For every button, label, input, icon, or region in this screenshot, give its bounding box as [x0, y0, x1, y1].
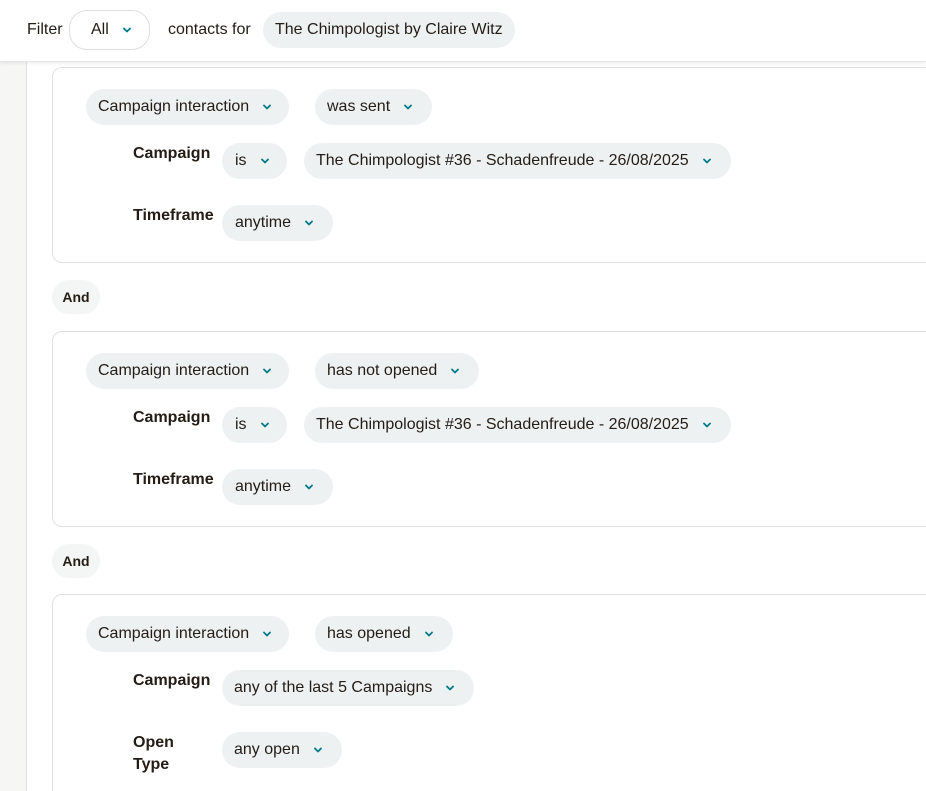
- condition-field-select[interactable]: Campaign interaction: [86, 89, 290, 125]
- filter-label: Filter: [27, 21, 63, 38]
- chevron-down-icon: [260, 157, 269, 165]
- condition-operator-value: has not opened: [327, 362, 438, 379]
- condition-operator-value: was sent: [327, 98, 391, 115]
- chevron-down-icon: [451, 367, 460, 375]
- chevron-down-icon: [702, 421, 711, 429]
- campaign-value: The Chimpologist #36 - Schadenfreude - 2…: [316, 416, 689, 433]
- audience-name: The Chimpologist by Claire Witz: [275, 21, 503, 38]
- chevron-down-icon: [260, 421, 269, 429]
- chevron-down-icon: [122, 26, 131, 34]
- campaign-operator-select[interactable]: is: [222, 407, 287, 443]
- scope-select[interactable]: All: [69, 10, 150, 50]
- open-type-label: Open Type: [133, 732, 174, 776]
- condition-field-select[interactable]: Campaign interaction: [86, 353, 290, 389]
- campaign-operator-value: is: [235, 152, 247, 169]
- open-type-label-line1: Open: [133, 734, 174, 751]
- condition-operator-select[interactable]: has opened: [315, 616, 453, 652]
- condition-field-value: Campaign interaction: [98, 625, 250, 642]
- chevron-down-icon: [263, 367, 272, 375]
- contacts-for-label: contacts for: [168, 21, 251, 38]
- condition-field-value: Campaign interaction: [98, 362, 250, 379]
- campaign-value-select[interactable]: The Chimpologist #36 - Schadenfreude - 2…: [304, 407, 731, 443]
- and-joiner: And: [52, 280, 100, 314]
- timeframe-select[interactable]: anytime: [222, 469, 334, 505]
- timeframe-label: Timeframe: [133, 471, 214, 488]
- timeframe-label: Timeframe: [133, 207, 214, 224]
- condition-field-select[interactable]: Campaign interaction: [86, 616, 290, 652]
- timeframe-select[interactable]: anytime: [222, 205, 334, 241]
- chevron-down-icon: [313, 746, 322, 754]
- campaign-operator-select[interactable]: is: [222, 143, 287, 179]
- campaign-value: The Chimpologist #36 - Schadenfreude - 2…: [316, 152, 689, 169]
- campaign-value: any of the last 5 Campaigns: [234, 679, 433, 696]
- chevron-down-icon: [446, 684, 455, 692]
- and-joiner: And: [52, 544, 100, 578]
- chevron-down-icon: [424, 630, 433, 638]
- segment-filter-bar: Filter All contacts for The Chimpologist…: [0, 0, 926, 62]
- left-gutter: [0, 62, 27, 791]
- condition-operator-select[interactable]: was sent: [315, 89, 433, 125]
- chevron-down-icon: [702, 157, 711, 165]
- open-type-value: any open: [234, 741, 300, 758]
- timeframe-value: anytime: [235, 214, 292, 231]
- campaign-label: Campaign: [133, 672, 211, 689]
- chevron-down-icon: [263, 103, 272, 111]
- open-type-select[interactable]: any open: [222, 732, 342, 768]
- campaign-operator-value: is: [235, 416, 247, 433]
- campaign-label: Campaign: [133, 145, 211, 162]
- audience-select[interactable]: The Chimpologist by Claire Witz: [263, 12, 515, 48]
- scope-select-value: All: [91, 21, 109, 38]
- condition-field-value: Campaign interaction: [98, 98, 250, 115]
- campaign-value-select[interactable]: any of the last 5 Campaigns: [222, 670, 475, 706]
- timeframe-value: anytime: [235, 478, 292, 495]
- campaign-value-select[interactable]: The Chimpologist #36 - Schadenfreude - 2…: [304, 143, 731, 179]
- campaign-label: Campaign: [133, 409, 211, 426]
- chevron-down-icon: [305, 483, 313, 491]
- condition-operator-select[interactable]: has not opened: [315, 353, 480, 389]
- open-type-label-line2: Type: [133, 756, 170, 773]
- condition-operator-value: has opened: [327, 625, 411, 642]
- chevron-down-icon: [404, 103, 413, 111]
- chevron-down-icon: [263, 630, 272, 638]
- chevron-down-icon: [305, 219, 313, 227]
